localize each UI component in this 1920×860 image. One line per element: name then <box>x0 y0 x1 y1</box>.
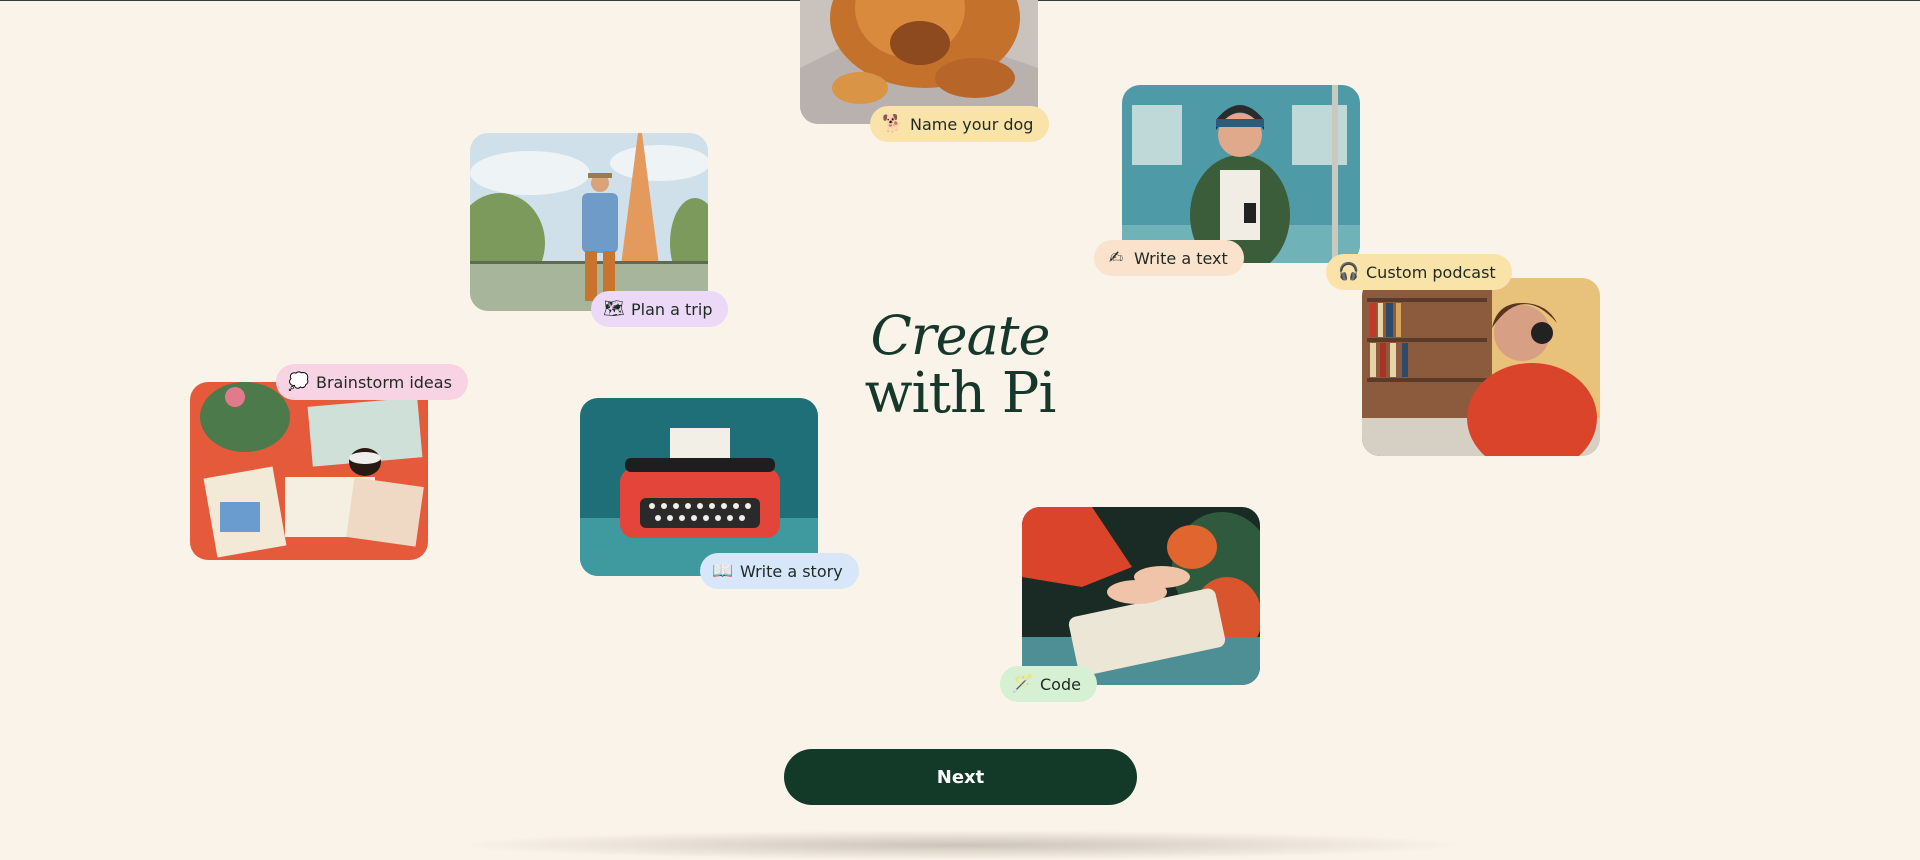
dog-icon: 🐕 <box>882 113 904 134</box>
subway-texting-image <box>1122 85 1360 263</box>
title-line-create: Create <box>870 304 1051 367</box>
custom-podcast-label: Custom podcast <box>1366 262 1496 282</box>
name-your-dog-chip[interactable]: 🐕 Name your dog <box>870 106 1050 142</box>
typewriter-image <box>580 398 818 576</box>
texting-illustration-card[interactable] <box>1122 85 1360 263</box>
write-a-story-chip[interactable]: 📖 Write a story <box>700 553 859 589</box>
write-a-story-label: Write a story <box>740 561 843 581</box>
story-illustration-card[interactable] <box>580 398 818 576</box>
title-line-with-pi: with Pi <box>864 360 1057 426</box>
page-title: Create with Pi <box>820 304 1100 426</box>
thought-bubble-icon: 💭 <box>288 371 310 392</box>
bottom-shadow <box>450 830 1470 860</box>
map-icon: 🗺 <box>603 298 625 319</box>
write-a-text-label: Write a text <box>1134 248 1228 268</box>
plan-a-trip-chip[interactable]: 🗺 Plan a trip <box>591 291 729 327</box>
brainstorm-ideas-label: Brainstorm ideas <box>316 372 452 392</box>
name-your-dog-label: Name your dog <box>910 114 1034 134</box>
book-icon: 📖 <box>712 560 734 581</box>
code-label: Code <box>1040 674 1081 694</box>
magic-wand-icon: 🪄 <box>1012 673 1034 694</box>
next-button[interactable]: Next <box>784 749 1137 805</box>
custom-podcast-chip[interactable]: 🎧 Custom podcast <box>1326 254 1512 290</box>
write-a-text-chip[interactable]: ✍ Write a text <box>1094 240 1244 276</box>
paris-traveler-image <box>470 133 708 311</box>
typing-keyboard-image <box>1022 507 1260 685</box>
brainstorm-illustration-card[interactable] <box>190 382 428 560</box>
pen-icon: ✍ <box>1108 247 1124 268</box>
desk-brainstorm-image <box>190 382 428 560</box>
trip-illustration-card[interactable] <box>470 133 708 311</box>
code-chip[interactable]: 🪄 Code <box>1000 666 1097 702</box>
brainstorm-ideas-chip[interactable]: 💭 Brainstorm ideas <box>276 364 468 400</box>
podcast-illustration-card[interactable] <box>1362 278 1600 456</box>
headphones-icon: 🎧 <box>1338 261 1360 282</box>
plan-a-trip-label: Plan a trip <box>631 299 713 319</box>
podcast-listener-image <box>1362 278 1600 456</box>
code-illustration-card[interactable] <box>1022 507 1260 685</box>
